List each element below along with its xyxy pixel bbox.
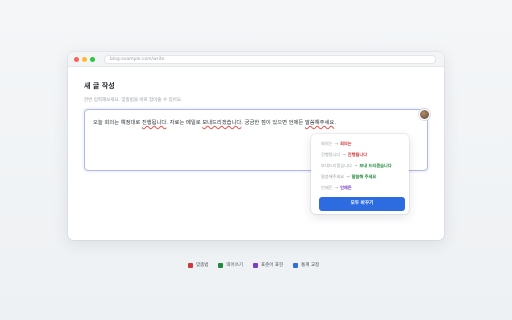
suggestion-replacement: 언제든: [340, 185, 352, 190]
legend-swatch: [293, 262, 299, 268]
editor-text-segment: . 궁금한 점이 있으면 언제든: [241, 120, 305, 126]
legend-swatch: [252, 262, 258, 268]
page-subtitle: 한번 입력해보세요. 맞춤법을 바로 잡아줄 수 있어요.: [84, 98, 183, 103]
flagged-word[interactable]: 말씀해주세요: [305, 120, 334, 126]
arrow-right-icon: →: [342, 152, 346, 157]
maximize-window-button[interactable]: [90, 57, 95, 62]
legend-label: 띄어쓰기: [226, 263, 243, 268]
flagged-word[interactable]: 진행됩니다: [142, 120, 166, 126]
legend: 맞춤법 띄어쓰기 표준어 표현 통계 교정: [188, 262, 319, 268]
minimize-window-button[interactable]: [82, 57, 87, 62]
legend-item-standard: 표준어 표현: [252, 262, 284, 268]
arrow-right-icon: →: [346, 174, 350, 179]
suggestion-item[interactable]: 진행됩니다 → 진행됩니다: [321, 152, 367, 158]
suggestion-replacement: 보내 드리겠습니다: [359, 163, 392, 168]
arrow-right-icon: →: [334, 141, 339, 146]
legend-label: 통계 교정: [301, 263, 320, 268]
suggestion-item[interactable]: 언제든 → 언제든: [321, 185, 352, 191]
editor-text-segment: .: [334, 120, 336, 126]
suggestion-popover: 회의는 → 회의는 진행됩니다 → 진행됩니다 보내드리겠습니다 → 보내 드리겠습니다 말씀해주…: [311, 134, 409, 214]
suggestion-item[interactable]: 말씀해주세요 → 말씀해 주세요: [321, 174, 376, 180]
editor-text-segment: 오늘 회의는 예정대로: [93, 120, 142, 126]
legend-item-stats: 통계 교정: [293, 262, 319, 268]
page-content: 새 글 작성 한번 입력해보세요. 맞춤법을 바로 잡아줄 수 있어요. 오늘 …: [84, 67, 430, 171]
close-window-button[interactable]: [74, 57, 79, 62]
legend-swatch: [188, 262, 193, 268]
title-bar: blog.example.com/write: [68, 52, 444, 67]
suggestion-original: 보내드리겠습니다: [321, 163, 352, 168]
legend-label: 맞춤법: [196, 263, 209, 268]
suggestion-original: 진행됩니다: [321, 152, 341, 157]
flagged-word[interactable]: 보내드리겠습니다: [202, 120, 241, 126]
avatar[interactable]: [419, 109, 430, 120]
suggestion-original: 언제든: [321, 185, 333, 190]
fix-all-button[interactable]: 모두 바꾸기: [319, 197, 405, 211]
page-title: 새 글 작성: [84, 82, 115, 90]
legend-swatch: [218, 262, 224, 268]
arrow-right-icon: →: [334, 185, 339, 190]
suggestion-replacement: 진행됩니다: [347, 152, 368, 157]
suggestion-item[interactable]: 회의는 → 회의는: [321, 141, 352, 147]
address-bar[interactable]: blog.example.com/write: [104, 55, 436, 64]
legend-label: 표준어 표현: [260, 263, 284, 268]
suggestion-original: 말씀해주세요: [321, 174, 345, 179]
arrow-right-icon: →: [353, 163, 358, 168]
editor-text-segment: . 자료는 메일로: [166, 120, 203, 126]
suggestion-replacement: 말씀해 주세요: [351, 174, 377, 179]
suggestion-item[interactable]: 보내드리겠습니다 → 보내 드리겠습니다: [321, 163, 392, 169]
legend-item-spacing: 띄어쓰기: [218, 262, 243, 268]
suggestion-original: 회의는: [321, 141, 333, 146]
editor-text[interactable]: 오늘 회의는 예정대로 진행됩니다. 자료는 메일로 보내드리겠습니다. 궁금한…: [93, 118, 336, 126]
legend-item-spelling: 맞춤법: [188, 262, 208, 268]
suggestion-replacement: 회의는: [340, 141, 352, 146]
